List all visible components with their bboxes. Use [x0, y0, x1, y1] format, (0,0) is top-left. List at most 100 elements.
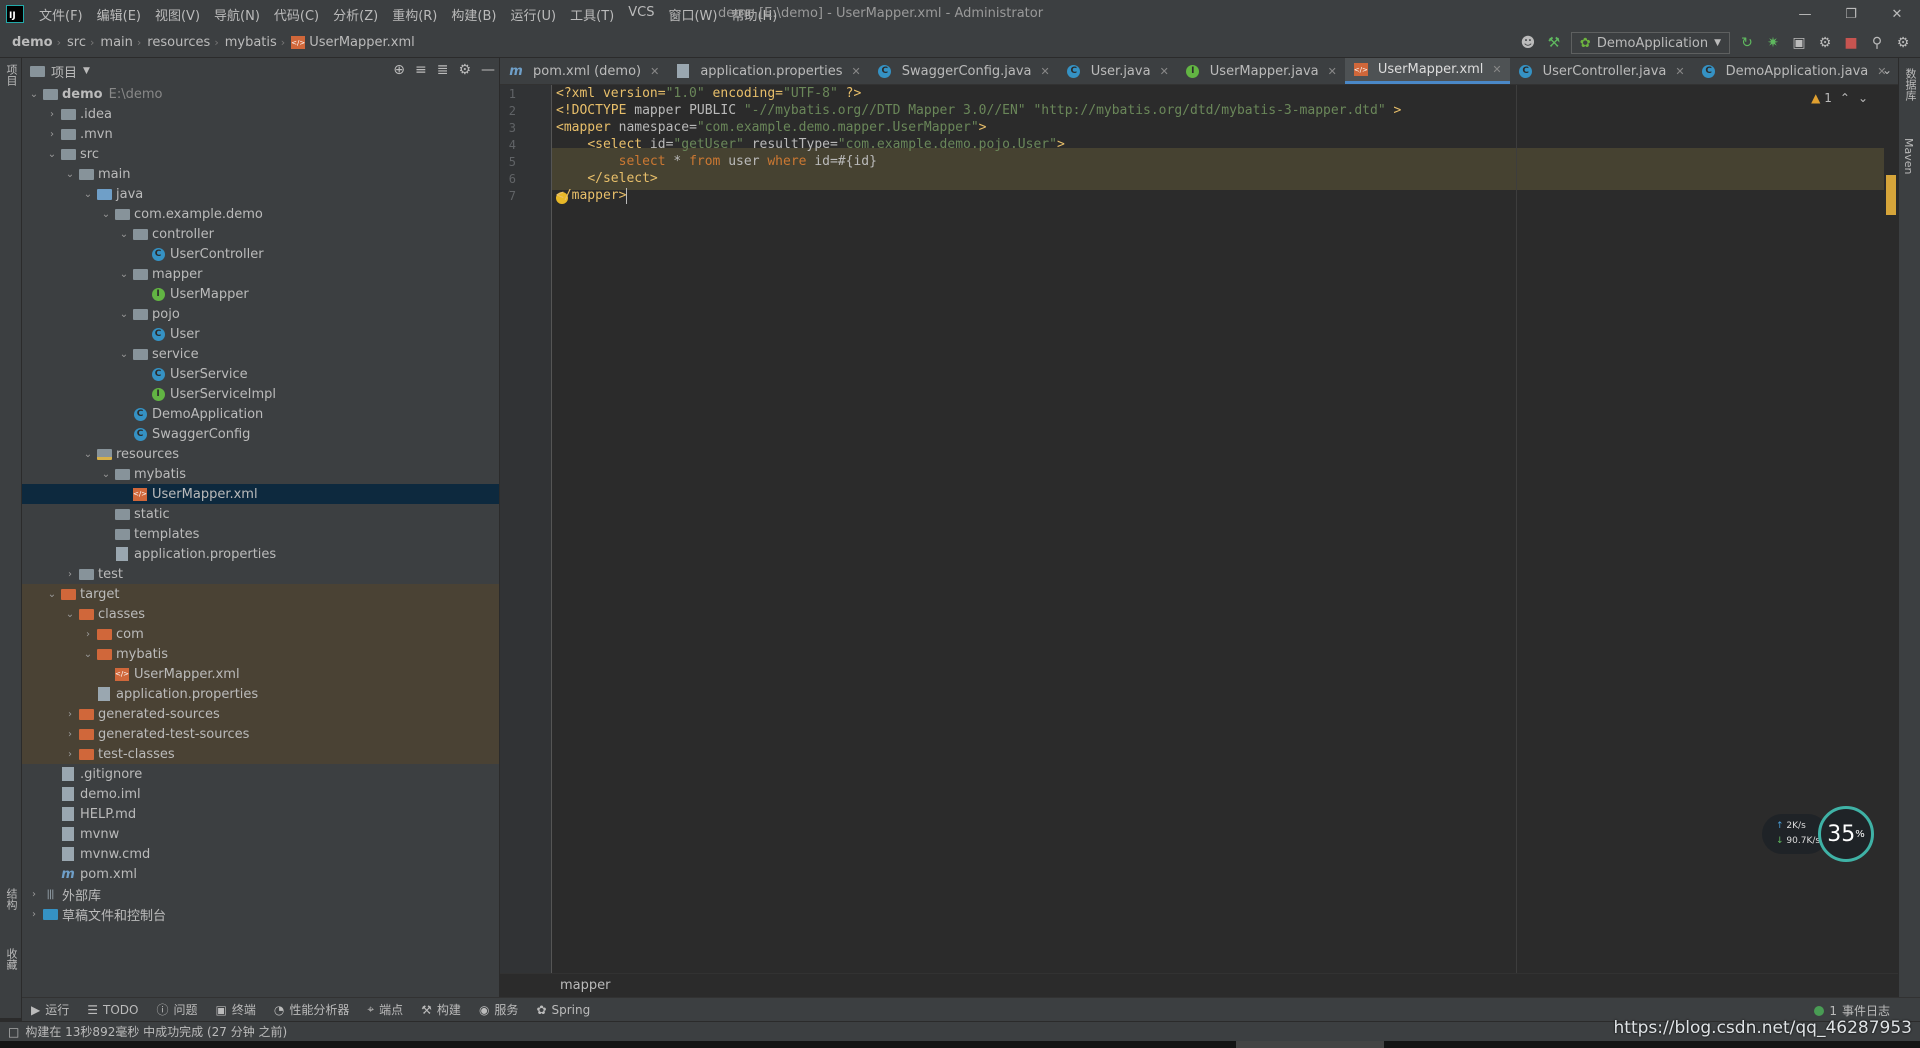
chevron-down-icon[interactable]: ⌄	[116, 309, 132, 320]
menu-item-c[interactable]: 代码(C)	[267, 5, 326, 24]
tool-button-profiler[interactable]: ◔ 性能分析器	[265, 1001, 359, 1018]
editor-tab[interactable]: C User.java ✕	[1058, 58, 1177, 84]
tool-button-spring[interactable]: ✿ Spring	[527, 1001, 599, 1018]
chevron-down-icon[interactable]: ▼	[83, 66, 90, 76]
code-line[interactable]: select * from user where id=#{id}	[556, 153, 877, 170]
gear-icon[interactable]: ⚙	[458, 62, 471, 78]
event-log-button[interactable]: 1 事件日志	[1814, 1002, 1890, 1019]
restore-icon[interactable]: ❐	[1828, 0, 1874, 28]
tree-item[interactable]: application.properties	[22, 544, 499, 564]
chevron-down-icon[interactable]: ⌄	[80, 449, 96, 460]
chevron-right-icon[interactable]: ›	[62, 569, 78, 580]
tree-item[interactable]: › generated-test-sources	[22, 724, 499, 744]
menu-item-t[interactable]: 工具(T)	[563, 5, 621, 24]
tree-item[interactable]: C DemoApplication	[22, 404, 499, 424]
editor-tab[interactable]: application.properties ✕	[667, 58, 868, 84]
menu-item-w[interactable]: 窗口(W)	[661, 5, 724, 24]
chevron-down-icon[interactable]: ⌄	[44, 149, 60, 160]
tree-item[interactable]: C UserController	[22, 244, 499, 264]
editor-tab[interactable]: IUserServiceImpl.java✕	[1894, 58, 1898, 84]
tree-item[interactable]: ⌄ src	[22, 144, 499, 164]
tree-item[interactable]: ⌄ controller	[22, 224, 499, 244]
tree-item[interactable]: ⌄ classes	[22, 604, 499, 624]
tree-item[interactable]: › .idea	[22, 104, 499, 124]
menu-item-n[interactable]: 导航(N)	[207, 5, 267, 24]
tree-item[interactable]: I UserMapper	[22, 284, 499, 304]
chevron-down-icon[interactable]: ⌄	[80, 649, 96, 660]
code-line[interactable]: </mapper>	[556, 187, 628, 204]
tree-item[interactable]: I UserServiceImpl	[22, 384, 499, 404]
inspection-widget[interactable]: ▲ 1 ⌃ ⌄	[1811, 91, 1868, 105]
tool-button-todo[interactable]: ☰ TODO	[78, 1001, 147, 1018]
tree-item[interactable]: ⌄ mybatis	[22, 644, 499, 664]
rerun-icon[interactable]: ↻	[1738, 34, 1756, 52]
chevron-right-icon[interactable]: ›	[62, 709, 78, 720]
breadcrumb-item[interactable]: mybatis	[219, 35, 281, 50]
menu-item-z[interactable]: 分析(Z)	[326, 5, 385, 24]
code-line[interactable]: <?xml version="1.0" encoding="UTF-8" ?>	[556, 85, 861, 102]
menu-item-u[interactable]: 运行(U)	[503, 5, 563, 24]
locate-icon[interactable]: ⊕	[393, 62, 405, 78]
coverage-icon[interactable]: ▣	[1790, 34, 1808, 52]
chevron-down-icon[interactable]: ⌄	[116, 349, 132, 360]
tree-item[interactable]: demo.iml	[22, 784, 499, 804]
run-configuration-select[interactable]: ✿ DemoApplication ▼	[1570, 32, 1730, 54]
tree-item[interactable]: C UserService	[22, 364, 499, 384]
search-icon[interactable]: ⚲	[1868, 34, 1886, 52]
breadcrumb-item[interactable]: resources	[141, 35, 214, 50]
chevron-down-icon[interactable]: ⌄	[116, 229, 132, 240]
code-line[interactable]: <!DOCTYPE mapper PUBLIC "-//mybatis.org/…	[556, 102, 1401, 119]
tool-button-build[interactable]: ⚒ 构建	[412, 1001, 470, 1018]
expand-all-icon[interactable]: ≡	[415, 62, 427, 78]
chevron-down-icon[interactable]: ⌄	[80, 189, 96, 200]
close-tab-icon[interactable]: ✕	[1160, 65, 1169, 78]
close-tab-icon[interactable]: ✕	[650, 65, 659, 78]
breadcrumb-item[interactable]: main	[94, 35, 136, 50]
chevron-down-icon[interactable]: ⌄	[116, 269, 132, 280]
editor-tab[interactable]: I UserMapper.java ✕	[1177, 58, 1345, 84]
tree-item[interactable]: ⌄ pojo	[22, 304, 499, 324]
tree-item[interactable]: › .mvn	[22, 124, 499, 144]
scrollbar-marker[interactable]	[1886, 175, 1896, 215]
breadcrumb-item[interactable]: demo	[0, 35, 57, 50]
tree-item[interactable]: </> UserMapper.xml	[22, 664, 499, 684]
menu-item-f[interactable]: 文件(F)	[32, 5, 90, 24]
user-icon[interactable]: ☻	[1519, 34, 1537, 52]
code-line[interactable]: </select>	[556, 170, 657, 187]
tree-item[interactable]: ⌄ mapper	[22, 264, 499, 284]
tree-item[interactable]: application.properties	[22, 684, 499, 704]
chevron-right-icon[interactable]: ›	[26, 889, 42, 900]
tree-item[interactable]: ⌄ main	[22, 164, 499, 184]
code-line[interactable]: <select id="getUser" resultType="com.exa…	[556, 136, 1064, 153]
tree-item[interactable]: C User	[22, 324, 499, 344]
tree-item[interactable]: › generated-sources	[22, 704, 499, 724]
chevron-down-icon[interactable]: ⌄	[98, 209, 114, 220]
tree-item[interactable]: ⌄ java	[22, 184, 499, 204]
chevron-down-icon[interactable]: ⌄	[26, 89, 42, 100]
tree-item[interactable]: › ||| 外部库	[22, 884, 499, 904]
breadcrumb-item[interactable]: src	[61, 35, 90, 50]
tree-item[interactable]: ⌄ mybatis	[22, 464, 499, 484]
menu-item-b[interactable]: 构建(B)	[444, 5, 503, 24]
chevron-down-icon[interactable]: ⌄	[62, 169, 78, 180]
tree-item[interactable]: mvnw.cmd	[22, 844, 499, 864]
hammer-icon[interactable]: ⚒	[1545, 34, 1563, 52]
collapse-all-icon[interactable]: ≣	[437, 62, 449, 78]
close-tab-icon[interactable]: ✕	[852, 65, 861, 78]
settings-icon[interactable]: ⚙	[1894, 34, 1912, 52]
menu-item-v[interactable]: 视图(V)	[148, 5, 207, 24]
tab-list-chevron-icon[interactable]: ⌄	[1882, 63, 1892, 77]
code-editor[interactable]: 1 2 3 4 5 6 7 <?xml version="1.0" encoding="UT…	[500, 85, 1898, 973]
tree-item[interactable]: › test-classes	[22, 744, 499, 764]
tree-item[interactable]: › com	[22, 624, 499, 644]
menu-item-e[interactable]: 编辑(E)	[90, 5, 148, 24]
tool-button-services[interactable]: ◉ 服务	[470, 1001, 528, 1018]
tree-item[interactable]: m pom.xml	[22, 864, 499, 884]
tree-item[interactable]: templates	[22, 524, 499, 544]
database-tool-tab[interactable]: 数据库	[1902, 68, 1918, 101]
editor-tab[interactable]: C DemoApplication.java ✕	[1693, 58, 1895, 84]
tree-item[interactable]: </> UserMapper.xml	[22, 484, 499, 504]
maven-tool-tab[interactable]: Maven	[1902, 138, 1915, 174]
status-message[interactable]: 构建在 13秒892毫秒 中成功完成 (27 分钟 之前)	[25, 1023, 287, 1040]
editor-breadcrumb[interactable]: mapper	[500, 973, 1898, 997]
